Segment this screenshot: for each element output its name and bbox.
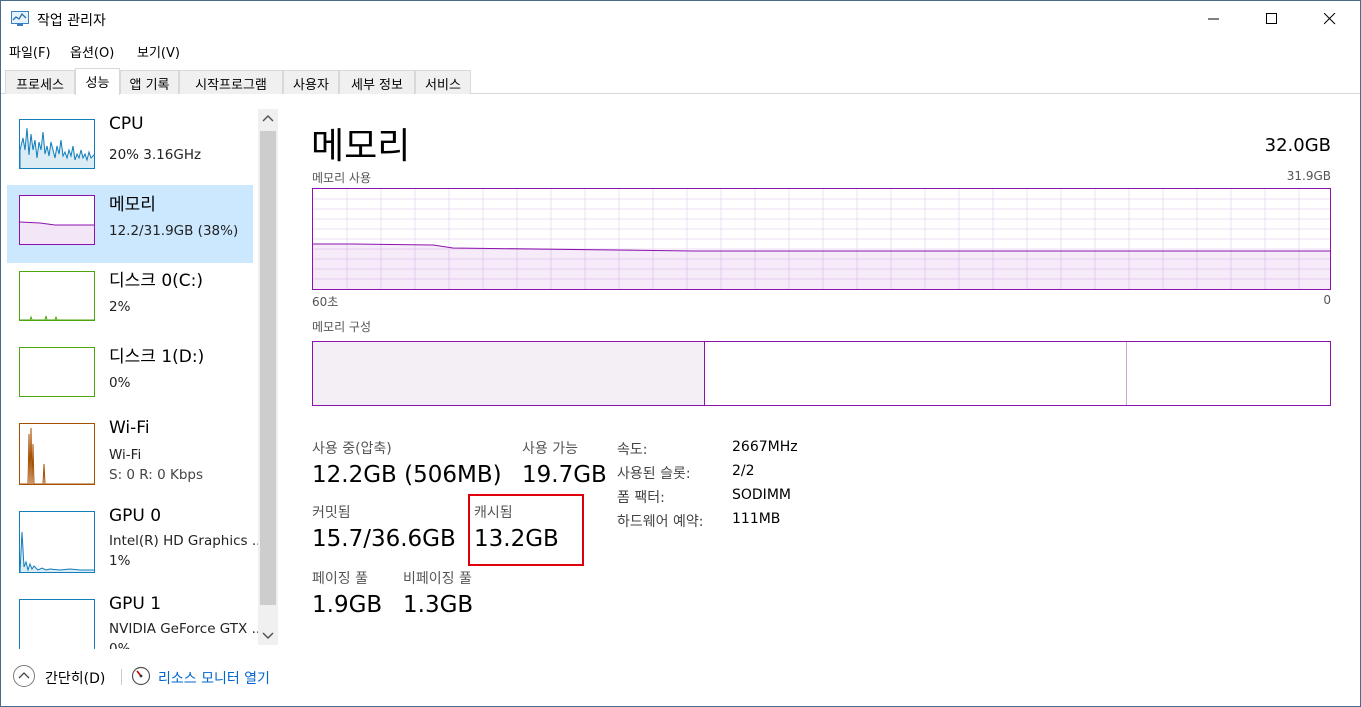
device-item-cpu[interactable]: CPU 20% 3.16GHz (7, 109, 253, 187)
device-list: CPU 20% 3.16GHz 메모리 12.2/31.9GB (38%) 디스… (1, 101, 281, 649)
tab-services[interactable]: 서비스 (415, 70, 471, 94)
scroll-up-icon[interactable] (262, 113, 274, 123)
cpu-thumbnail-graph (19, 119, 95, 169)
available-label: 사용 가능 (522, 441, 578, 457)
wifi-thumbnail-graph (19, 423, 95, 485)
device-detail-usage: 1% (109, 553, 131, 569)
form-factor-value: SODIMM (732, 487, 791, 503)
device-item-disk1[interactable]: 디스크 1(D:) 0% (7, 337, 253, 415)
scroll-thumb[interactable] (260, 131, 276, 605)
device-detail: NVIDIA GeForce GTX ... (109, 621, 265, 637)
window-title: 작업 관리자 (37, 13, 106, 29)
device-detail: 12.2/31.9GB (38%) (109, 223, 239, 239)
hardware-reserved-key: 하드웨어 예약: (617, 514, 704, 530)
tab-processes[interactable]: 프로세스 (5, 70, 75, 94)
paged-pool-value: 1.9GB (312, 592, 383, 618)
composition-standby (705, 342, 1127, 405)
menu-file[interactable]: 파일(F) (9, 42, 51, 61)
slots-key: 사용된 슬롯: (617, 466, 691, 482)
device-name: 메모리 (109, 195, 156, 215)
device-detail: Wi-Fi (109, 447, 142, 463)
form-factor-key: 폼 팩터: (617, 490, 665, 506)
minimize-icon (1208, 18, 1219, 20)
fewer-details-label[interactable]: 간단히(D) (45, 668, 105, 688)
cached-highlight-box (468, 494, 584, 566)
device-name: CPU (109, 114, 144, 134)
total-memory: 32.0GB (1264, 135, 1331, 156)
memory-composition-bar (312, 341, 1331, 406)
footer-bar: 간단히(D) 리소스 모니터 열기 (1, 657, 1360, 697)
maximize-icon (1266, 13, 1277, 24)
gpu1-thumbnail-graph (19, 599, 95, 649)
close-icon (1324, 13, 1336, 25)
memory-usage-graph (312, 188, 1331, 290)
speed-key: 속도: (617, 442, 648, 458)
memory-thumbnail-graph (19, 195, 95, 245)
device-name: 디스크 1(D:) (109, 347, 205, 367)
in-use-value: 12.2GB (506MB) (312, 462, 502, 488)
nonpaged-pool-value: 1.3GB (403, 592, 474, 618)
committed-label: 커밋됨 (312, 505, 351, 521)
memory-composition-label: 메모리 구성 (312, 320, 372, 334)
tab-details[interactable]: 세부 정보 (339, 70, 415, 94)
tab-startup[interactable]: 시작프로그램 (179, 70, 283, 94)
device-item-disk0[interactable]: 디스크 0(C:) 2% (7, 261, 253, 339)
tab-users[interactable]: 사용자 (283, 70, 339, 94)
device-name: GPU 1 (109, 594, 162, 614)
scroll-down-icon[interactable] (262, 631, 274, 641)
device-detail: 0% (109, 375, 131, 391)
gpu0-thumbnail-graph (19, 511, 95, 573)
hardware-reserved-value: 111MB (732, 511, 781, 527)
available-value: 19.7GB (522, 462, 607, 488)
composition-free (1127, 342, 1330, 405)
fewer-details-button[interactable] (13, 665, 35, 687)
device-detail-throughput: S: 0 R: 0 Kbps (109, 467, 203, 483)
resource-monitor-icon[interactable] (131, 666, 151, 686)
device-name: 디스크 0(C:) (109, 271, 204, 291)
device-list-scrollbar[interactable] (258, 109, 278, 645)
graph-axis-right: 0 (1323, 293, 1331, 307)
memory-usage-max: 31.9GB (1286, 169, 1331, 183)
device-name: Wi-Fi (109, 418, 150, 438)
footer-separator (121, 669, 122, 685)
tab-performance[interactable]: 성능 (75, 68, 120, 95)
device-detail: Intel(R) HD Graphics ... (109, 533, 265, 549)
minimize-button[interactable] (1191, 1, 1237, 37)
graph-axis-left: 60초 (312, 295, 339, 309)
device-item-gpu0[interactable]: GPU 0 Intel(R) HD Graphics ... 1% (7, 501, 265, 579)
device-item-wifi[interactable]: Wi-Fi Wi-Fi S: 0 R: 0 Kbps (7, 413, 253, 491)
menu-view[interactable]: 보기(V) (137, 42, 180, 61)
tab-bar: 프로세스 성능 앱 기록 시작프로그램 사용자 세부 정보 서비스 (1, 68, 1360, 95)
maximize-button[interactable] (1249, 1, 1295, 37)
speed-value: 2667MHz (732, 439, 798, 455)
menu-options[interactable]: 옵션(O) (70, 42, 114, 61)
open-resource-monitor-link[interactable]: 리소스 모니터 열기 (158, 668, 270, 688)
page-title: 메모리 (311, 126, 411, 167)
disk1-thumbnail-graph (19, 347, 95, 397)
memory-detail-panel: 메모리 32.0GB 메모리 사용 31.9GB 60초 0 메모리 구성 사용… (281, 101, 1360, 649)
nonpaged-pool-label: 비페이징 풀 (403, 571, 472, 587)
task-manager-window: 작업 관리자 파일(F) 옵션(O) 보기(V) 프로세스 성능 앱 기록 시작… (0, 0, 1361, 707)
slots-value: 2/2 (732, 463, 755, 479)
device-item-memory[interactable]: 메모리 12.2/31.9GB (38%) (7, 185, 253, 263)
memory-usage-chart (313, 189, 1330, 289)
task-manager-app-icon (11, 11, 29, 26)
device-name: GPU 0 (109, 506, 162, 526)
paged-pool-label: 페이징 풀 (312, 571, 368, 587)
committed-value: 15.7/36.6GB (312, 526, 456, 552)
composition-in-use (313, 342, 705, 405)
chevron-up-icon (18, 672, 30, 679)
device-detail: 2% (109, 299, 131, 315)
disk0-thumbnail-graph (19, 271, 95, 321)
memory-usage-label: 메모리 사용 (312, 171, 372, 185)
close-button[interactable] (1307, 1, 1353, 37)
device-detail: 20% 3.16GHz (109, 147, 202, 163)
device-item-gpu1[interactable]: GPU 1 NVIDIA GeForce GTX ... 0% (7, 589, 264, 649)
tab-app-history[interactable]: 앱 기록 (120, 70, 179, 94)
device-detail-usage: 0% (109, 641, 131, 649)
in-use-label: 사용 중(압축) (312, 441, 392, 457)
title-bar: 작업 관리자 (1, 1, 1360, 37)
